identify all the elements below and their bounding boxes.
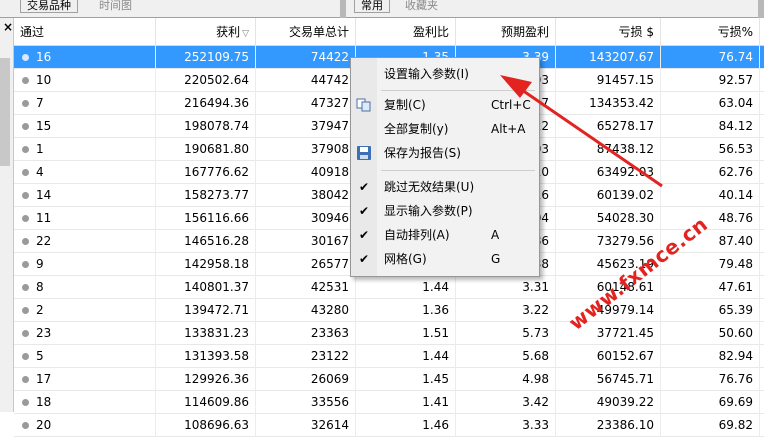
- cell-drawdown-percent: 69.82: [661, 414, 760, 437]
- cell-drawdown-dollar: 23386.10: [556, 414, 661, 437]
- cell-value: 20: [36, 418, 52, 432]
- cell-value: 3.33: [522, 418, 549, 432]
- cell-value: 108696.63: [184, 418, 249, 432]
- table-row[interactable]: 20 108696.63 32614 1.46 3.33 23386.10 69.82: [14, 414, 764, 437]
- cell-value: 69.82: [718, 418, 753, 432]
- cell-expected-payoff: 3.33: [456, 414, 556, 437]
- cell-value: 1.46: [422, 418, 449, 432]
- cell-value: 32614: [310, 418, 349, 432]
- cell-profit: 108696.63: [156, 414, 256, 437]
- cell-total-trades: 32614: [256, 414, 356, 437]
- row-status-dot-icon: [22, 422, 29, 429]
- cell-value: 23386.10: [596, 418, 654, 432]
- cell-pass: 20: [14, 414, 156, 437]
- annotation-arrow: [500, 75, 663, 188]
- cell-profit-factor: 1.46: [356, 414, 456, 437]
